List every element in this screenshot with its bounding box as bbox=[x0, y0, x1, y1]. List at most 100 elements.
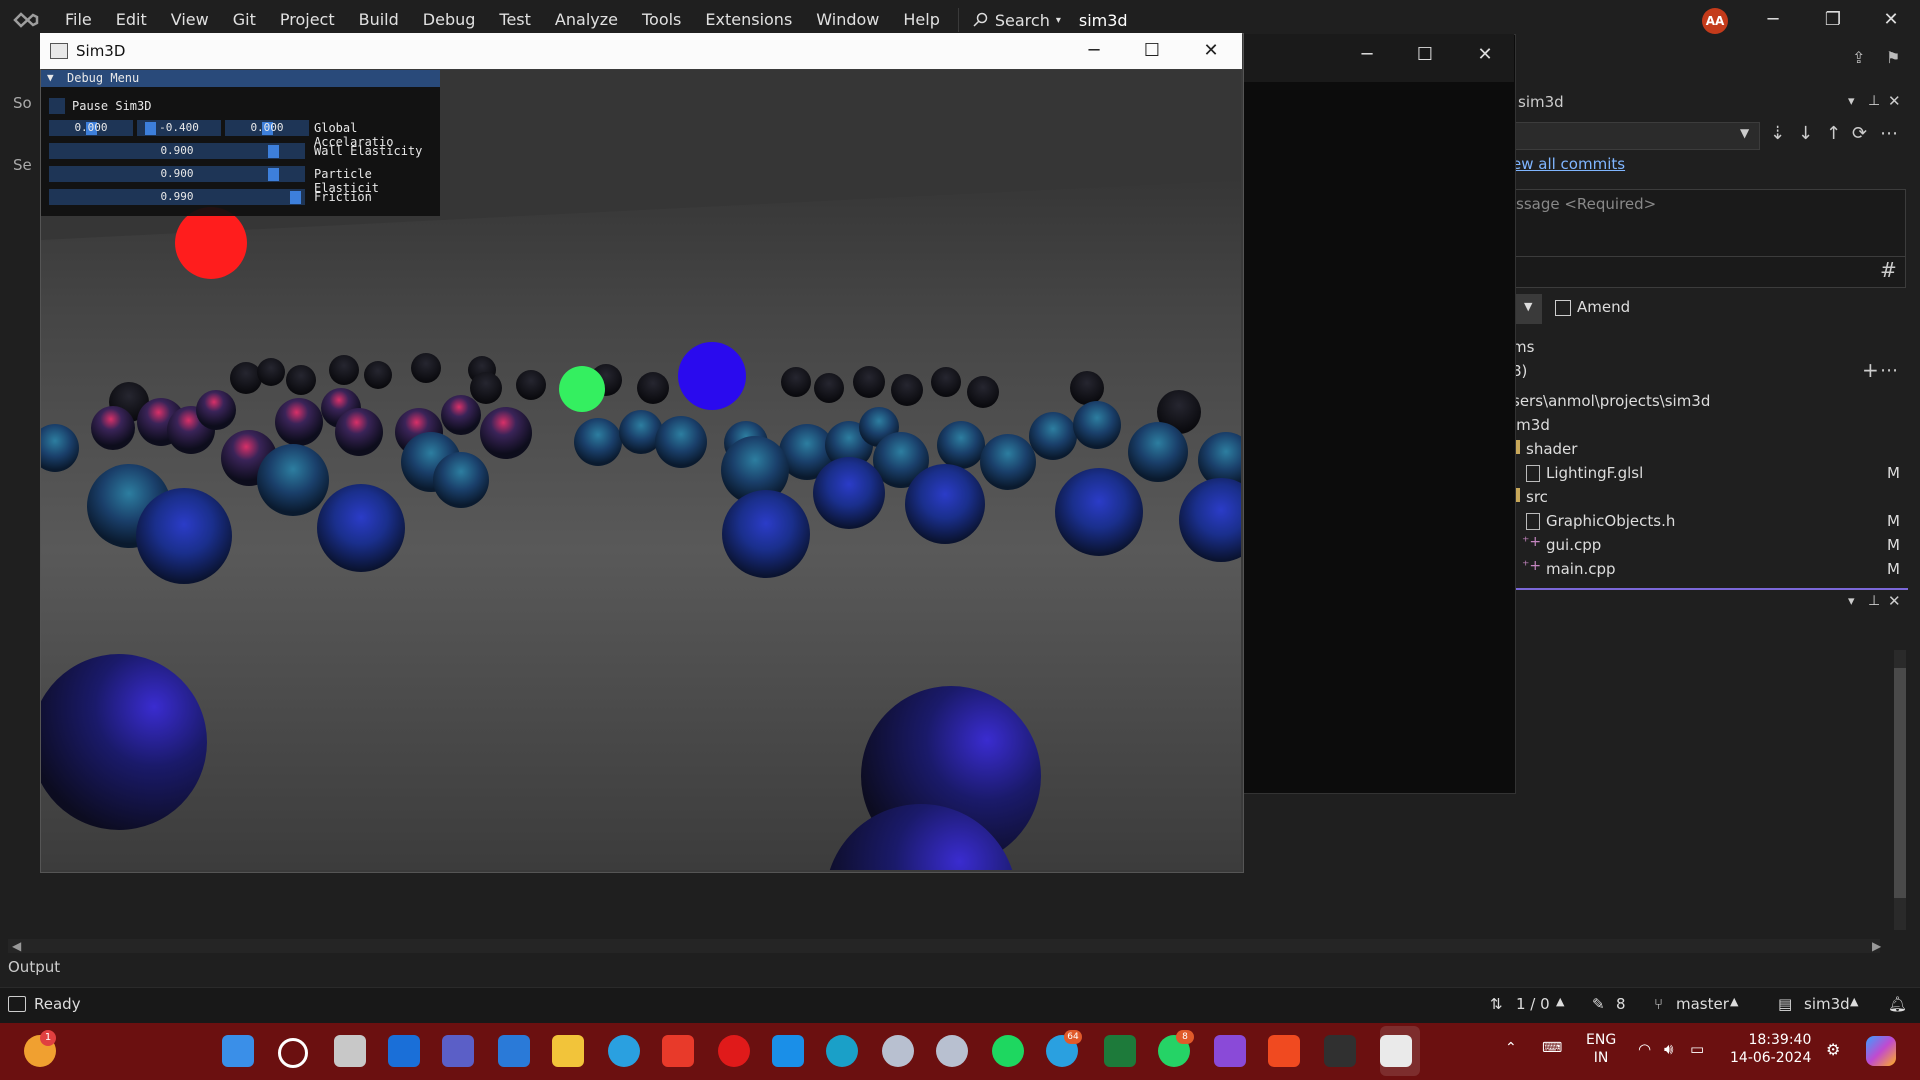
output-tab[interactable]: Output bbox=[8, 958, 60, 976]
clock[interactable]: 18:39:40 14-06-2024 bbox=[1730, 1031, 1811, 1067]
modified-badge: M bbox=[1887, 512, 1900, 530]
scroll-left-icon[interactable]: ◀ bbox=[12, 939, 21, 953]
tree-item[interactable]: GraphicObjects.h bbox=[1546, 512, 1675, 530]
input-language[interactable]: ENG IN bbox=[1586, 1031, 1616, 1067]
horizontal-scrollbar[interactable] bbox=[8, 939, 1880, 953]
terminal-icon[interactable] bbox=[1324, 1035, 1356, 1067]
fetch-icon[interactable]: ⇣ bbox=[1770, 123, 1785, 144]
restore-icon[interactable]: ❐ bbox=[1804, 0, 1862, 40]
solution-name: sim3d bbox=[1078, 10, 1128, 30]
accel-y-drag[interactable]: -0.400 bbox=[137, 120, 221, 136]
help-icon[interactable] bbox=[608, 1035, 640, 1067]
hash-icon[interactable]: # bbox=[1880, 258, 1897, 282]
accel-z-drag[interactable]: 0.000 bbox=[225, 120, 309, 136]
clock-time: 18:39:40 bbox=[1748, 1032, 1812, 1048]
repo-path: sers\anmol\projects\sim3d bbox=[1512, 392, 1711, 410]
task-view-icon[interactable] bbox=[334, 1035, 366, 1067]
teams-icon[interactable] bbox=[442, 1035, 474, 1067]
view-all-commits-link[interactable]: ew all commits bbox=[1512, 155, 1625, 173]
edge-icon[interactable] bbox=[826, 1035, 858, 1067]
pull-icon[interactable]: ↓ bbox=[1798, 123, 1813, 144]
stage-all-icon[interactable]: + bbox=[1862, 358, 1879, 382]
scrollbar-thumb[interactable] bbox=[1894, 668, 1906, 898]
bell-icon[interactable]: 🔔︎ bbox=[1888, 995, 1907, 1013]
collapse-triangle-icon[interactable]: ▼ bbox=[47, 71, 54, 84]
explorer-icon[interactable] bbox=[552, 1035, 584, 1067]
chevron-up-icon[interactable]: ⌃ bbox=[1505, 1040, 1517, 1056]
accel-x-drag[interactable]: 0.000 bbox=[49, 120, 133, 136]
friction-slider[interactable]: 0.990 bbox=[49, 189, 305, 205]
keyboard-icon[interactable]: ⌨ bbox=[1542, 1040, 1562, 1056]
search-icon bbox=[973, 12, 988, 27]
pane-close-icon[interactable]: ✕ bbox=[1888, 92, 1901, 110]
wifi-icon[interactable]: ◠ bbox=[1638, 1040, 1651, 1058]
particle-elasticity-slider[interactable]: 0.900 bbox=[49, 166, 305, 182]
chrome-icon[interactable] bbox=[882, 1035, 914, 1067]
pin-icon[interactable]: ⊥ bbox=[1868, 593, 1880, 609]
blue-particle bbox=[678, 342, 746, 410]
search-solution-field[interactable]: Se bbox=[13, 156, 32, 174]
wall-elasticity-value: 0.900 bbox=[160, 144, 194, 157]
close-icon[interactable]: ✕ bbox=[1182, 33, 1240, 69]
tree-item[interactable]: shader bbox=[1526, 440, 1577, 458]
repo-root: im3d bbox=[1512, 416, 1550, 434]
opera-icon[interactable] bbox=[718, 1035, 750, 1067]
repo-name[interactable]: sim3d bbox=[1804, 995, 1850, 1013]
store-icon[interactable] bbox=[498, 1035, 530, 1067]
debug-menu-title: Debug Menu bbox=[67, 71, 140, 85]
solution-explorer-tab[interactable]: So bbox=[13, 94, 32, 112]
copilot-icon[interactable] bbox=[1866, 1036, 1896, 1066]
sync-icon[interactable]: ⟳ bbox=[1852, 123, 1867, 144]
changes-count-status[interactable]: 8 bbox=[1616, 995, 1626, 1013]
pane-menu-icon[interactable]: ▾ bbox=[1848, 94, 1855, 109]
amend-checkbox[interactable] bbox=[1555, 300, 1571, 316]
chrome-alt-icon[interactable] bbox=[936, 1035, 968, 1067]
tree-item[interactable]: LightingF.glsl bbox=[1546, 464, 1643, 482]
debug-menu-titlebar[interactable]: ▼ Debug Menu bbox=[41, 70, 440, 87]
visual-studio-icon[interactable] bbox=[1214, 1035, 1246, 1067]
minimize-icon[interactable]: ─ bbox=[1065, 33, 1123, 69]
close-icon[interactable]: ✕ bbox=[1456, 44, 1514, 72]
volume-icon[interactable]: 🔊︎ bbox=[1664, 1040, 1673, 1058]
lang-line-2: IN bbox=[1593, 1050, 1609, 1066]
accel-y-value: -0.400 bbox=[159, 121, 199, 134]
minimize-icon[interactable]: ─ bbox=[1338, 44, 1396, 72]
maximize-icon[interactable]: ☐ bbox=[1123, 33, 1181, 69]
scroll-right-icon[interactable]: ▶ bbox=[1872, 939, 1881, 953]
battery-icon[interactable]: ▭ bbox=[1690, 1040, 1704, 1058]
pane-menu-icon[interactable]: ▾ bbox=[1848, 594, 1855, 609]
sync-status[interactable]: 1 / 0 bbox=[1516, 995, 1550, 1013]
pause-checkbox[interactable] bbox=[49, 98, 65, 114]
search-icon[interactable] bbox=[278, 1038, 308, 1068]
push-icon[interactable]: ↑ bbox=[1826, 123, 1841, 144]
weather-badge: 1 bbox=[40, 1030, 56, 1046]
notification-panel-icon[interactable] bbox=[8, 996, 26, 1012]
sim3d-titlebar[interactable] bbox=[40, 33, 1242, 69]
pane-close-icon[interactable]: ✕ bbox=[1888, 592, 1901, 610]
bing-icon[interactable] bbox=[772, 1035, 804, 1067]
start-icon[interactable] bbox=[222, 1035, 254, 1067]
git-app-icon[interactable] bbox=[662, 1035, 694, 1067]
feedback-icon[interactable]: ⚑ bbox=[1886, 48, 1900, 67]
excel-icon[interactable] bbox=[1104, 1035, 1136, 1067]
branch-name[interactable]: master bbox=[1676, 995, 1729, 1013]
maximize-icon[interactable]: ☐ bbox=[1396, 44, 1454, 72]
more-icon[interactable]: ⋯ bbox=[1880, 123, 1898, 144]
wall-elasticity-slider[interactable]: 0.900 bbox=[49, 143, 305, 159]
app-t-icon[interactable] bbox=[388, 1035, 420, 1067]
search-button[interactable]: Search ▾ bbox=[957, 8, 1061, 32]
share-icon[interactable]: ⇪ bbox=[1852, 48, 1865, 67]
tree-item[interactable]: main.cpp bbox=[1546, 560, 1616, 578]
more-icon[interactable]: ⋯ bbox=[1880, 360, 1898, 381]
pin-icon[interactable]: ⊥ bbox=[1868, 93, 1880, 109]
branch-combo[interactable] bbox=[1512, 122, 1760, 150]
brave-icon[interactable] bbox=[1268, 1035, 1300, 1067]
close-icon[interactable]: ✕ bbox=[1862, 0, 1920, 40]
user-avatar[interactable]: AA bbox=[1702, 8, 1728, 34]
tree-item[interactable]: gui.cpp bbox=[1546, 536, 1601, 554]
tree-item[interactable]: src bbox=[1526, 488, 1548, 506]
settings-icon[interactable]: ⚙ bbox=[1826, 1040, 1840, 1059]
minimize-icon[interactable]: ─ bbox=[1744, 0, 1802, 40]
spotify-icon[interactable] bbox=[992, 1035, 1024, 1067]
cpp-file-icon: ⁺+ bbox=[1522, 558, 1542, 574]
